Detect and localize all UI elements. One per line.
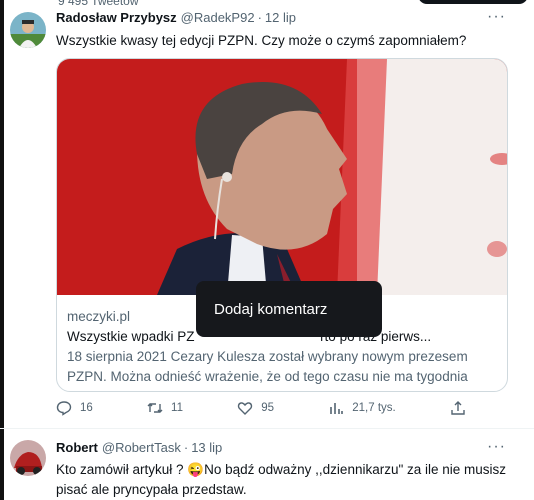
- tweet-header: Radosław Przybysz @RadekP92 · 12 lip: [56, 10, 296, 25]
- link-card[interactable]: meczyki.pl Wszystkie wpadki PZ rto po ra…: [56, 58, 508, 392]
- views-chart-icon: [330, 403, 344, 414]
- views-count: 21,7 tys.: [352, 402, 396, 414]
- top-button-partial[interactable]: [418, 0, 528, 4]
- window-edge: [0, 0, 4, 500]
- separator-dot: ·: [257, 10, 262, 25]
- more-options-icon[interactable]: ···: [487, 438, 506, 456]
- heart-icon: [238, 402, 253, 415]
- reply-icon: [56, 401, 72, 416]
- reply-count: 16: [80, 402, 93, 414]
- separator-dot: ·: [183, 440, 189, 455]
- card-description: 18 sierpnia 2021 Cezary Kulesza został w…: [67, 349, 468, 391]
- author-name[interactable]: Radosław Przybysz: [56, 10, 177, 25]
- views-button[interactable]: 21,7 tys.: [328, 400, 396, 416]
- author-handle[interactable]: @RobertTask: [102, 440, 181, 455]
- retweet-button[interactable]: 11: [147, 400, 183, 416]
- retweet-icon: [147, 403, 163, 413]
- tweet-text: Kto zamówił artykuł ? 😜No bądź odważny ,…: [56, 460, 516, 500]
- like-button[interactable]: 95: [237, 400, 274, 416]
- share-button[interactable]: [450, 400, 466, 416]
- tweet-header: Robert @RobertTask · 13 lip: [56, 440, 222, 455]
- author-name[interactable]: Robert: [56, 440, 98, 455]
- retweet-count: 11: [171, 402, 183, 414]
- tweet-text-part-a: Kto zamówił artykuł ?: [56, 462, 188, 477]
- avatar[interactable]: [10, 12, 46, 48]
- tweet-date[interactable]: 13 lip: [191, 440, 222, 455]
- tweet-date[interactable]: 12 lip: [265, 10, 296, 25]
- tweet-count-partial: 9 495 Tweetów: [58, 0, 139, 8]
- share-icon: [451, 401, 465, 415]
- card-title-start: Wszystkie wpadki PZ: [67, 329, 195, 344]
- tweet-text: Wszystkie kwasy tej edycji PZPN. Czy moż…: [56, 33, 467, 48]
- avatar[interactable]: [10, 440, 46, 476]
- winking-tongue-emoji: 😜: [187, 462, 205, 477]
- tooltip-label: Dodaj komentarz: [214, 300, 328, 318]
- like-count: 95: [261, 402, 275, 414]
- tweet-divider: [0, 428, 534, 429]
- card-image: [57, 59, 507, 295]
- author-handle[interactable]: @RadekP92: [181, 10, 255, 25]
- more-options-icon[interactable]: ···: [487, 8, 506, 26]
- reply-button[interactable]: 16: [56, 400, 93, 416]
- add-comment-tooltip: Dodaj komentarz: [196, 281, 382, 337]
- tweet-actions: 16 11 95 21,7 tys.: [56, 400, 466, 416]
